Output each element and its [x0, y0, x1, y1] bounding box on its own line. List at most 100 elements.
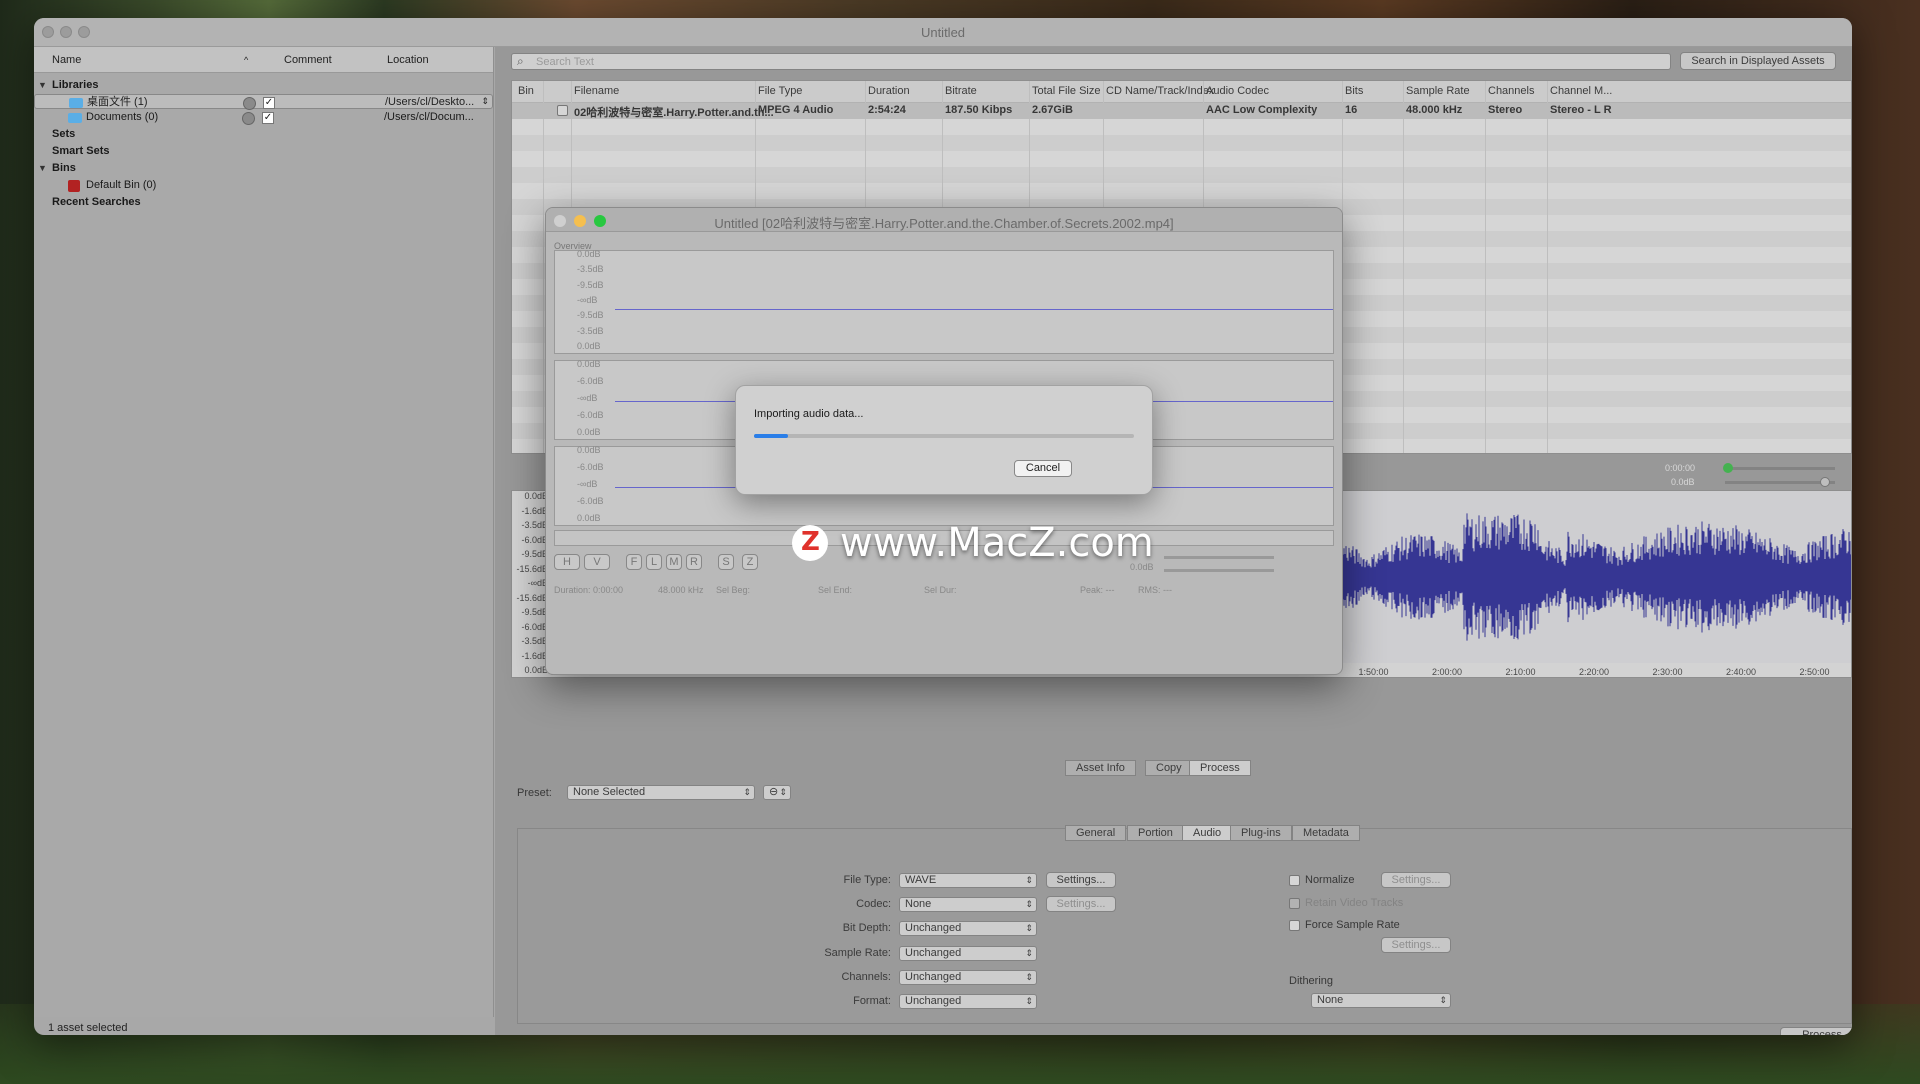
x-axis-label: 2:30:00 [1652, 667, 1683, 677]
x-axis-label: 2:40:00 [1726, 667, 1757, 677]
process-subtabs: General Portion Audio Plug-ins Metadata [1065, 825, 1385, 842]
bin-icon [68, 180, 80, 192]
position-slider[interactable] [1723, 463, 1835, 473]
search-displayed-button[interactable]: Search in Displayed Assets [1680, 52, 1836, 70]
column-name[interactable]: Name [52, 54, 81, 66]
title-bar: Untitled [34, 18, 1852, 47]
bottom-tabs: Asset Info Copy Process [1065, 760, 1295, 777]
col-codec[interactable]: Audio Codec [1206, 85, 1269, 97]
col-cd[interactable]: CD Name/Track/Index [1106, 85, 1214, 97]
table-row[interactable]: 02哈利波特与密室.Harry.Potter.and.th... MPEG 4 … [512, 103, 1851, 119]
folder-icon [69, 98, 83, 108]
tab-asset-info[interactable]: Asset Info [1065, 760, 1136, 776]
comment-icon[interactable] [243, 97, 256, 110]
subtab-general[interactable]: General [1065, 825, 1127, 841]
transport-gain: 0.0dB [1671, 477, 1695, 487]
transport-time: 0:00:00 [1665, 463, 1696, 473]
subtab-plugins[interactable]: Plug-ins [1230, 825, 1292, 841]
dialog-tool-button-h[interactable]: H [554, 554, 580, 570]
col-bits[interactable]: Bits [1345, 85, 1363, 97]
tab-process[interactable]: Process [1189, 760, 1251, 776]
import-progress-sheet: Importing audio data... Cancel [735, 385, 1153, 495]
dialog-footer-item: Sel End: [818, 585, 853, 595]
dialog-tool-button-f[interactable]: F [626, 554, 642, 570]
normalize-label: Normalize [1305, 874, 1355, 886]
sidebar-header: Name ^ Comment Location [34, 47, 493, 73]
dialog-footer-item: Peak: --- [1080, 585, 1115, 595]
retain-video-checkbox[interactable] [1289, 898, 1300, 909]
dialog-footer-item: RMS: --- [1138, 585, 1172, 595]
import-progress-bar [754, 434, 1134, 438]
search-input[interactable]: ⌕ Search Text [511, 53, 1671, 70]
overview-panel[interactable]: 0.0dB -3.5dB -9.5dB -∞dB -9.5dB -3.5dB 0.0dB [554, 249, 1334, 354]
force-rate-checkbox[interactable] [1289, 920, 1300, 931]
channels-select[interactable]: Unchanged [899, 970, 1037, 985]
db-label: -∞dB [577, 295, 598, 305]
dialog-tool-button-r[interactable]: R [686, 554, 702, 570]
normalize-checkbox[interactable] [1289, 875, 1300, 886]
dialog-tool-button-s[interactable]: S [718, 554, 734, 570]
filetype-settings-button[interactable]: Settings... [1046, 872, 1116, 888]
db-label: -3.5dB [577, 264, 604, 275]
bitdepth-label: Bit Depth: [842, 922, 891, 934]
process-button[interactable]: Process [1780, 1027, 1852, 1035]
dithering-select[interactable]: None [1311, 993, 1451, 1008]
db-label: 0.0dB [577, 513, 601, 523]
codec-settings-button[interactable]: Settings... [1046, 896, 1116, 912]
dialog-title: Untitled [02哈利波特与密室.Harry.Potter.and.the… [714, 216, 1174, 231]
subtab-audio[interactable]: Audio [1182, 825, 1233, 841]
dialog-tool-button-v[interactable]: V [584, 554, 610, 570]
col-duration[interactable]: Duration [868, 85, 910, 97]
tree-item-documents[interactable]: Documents (0) ✓ /Users/cl/Docum... [34, 110, 493, 126]
db-label: -6.0dB [577, 410, 604, 420]
subtab-metadata[interactable]: Metadata [1292, 825, 1360, 841]
dialog-tool-button-m[interactable]: M [666, 554, 682, 570]
tab-copy[interactable]: Copy [1145, 760, 1193, 776]
x-axis-label: 2:00:00 [1432, 667, 1463, 677]
col-filename[interactable]: Filename [574, 85, 619, 97]
gain-slider[interactable] [1725, 477, 1835, 487]
col-chmap[interactable]: Channel M... [1550, 85, 1612, 97]
disclosure-icon[interactable]: ▼ [38, 80, 47, 90]
col-bitrate[interactable]: Bitrate [945, 85, 977, 97]
preset-menu-button[interactable]: ⊖ [763, 785, 791, 800]
col-rate[interactable]: Sample Rate [1406, 85, 1470, 97]
dialog-gain-slider[interactable] [1164, 569, 1274, 572]
db-label: -∞dB [577, 479, 598, 489]
subtab-portion[interactable]: Portion [1127, 825, 1184, 841]
library-checkbox[interactable]: ✓ [263, 97, 275, 109]
dialog-position-slider[interactable] [1164, 556, 1274, 559]
status-text: 1 asset selected [48, 1022, 128, 1034]
col-bin[interactable]: Bin [518, 85, 534, 97]
window-title: Untitled [920, 25, 966, 40]
samplerate-select[interactable]: Unchanged [899, 946, 1037, 961]
force-rate-settings-button[interactable]: Settings... [1381, 937, 1451, 953]
watermark-logo: Z [792, 525, 828, 561]
sort-indicator: ^ [244, 55, 249, 65]
dialog-tool-button-l[interactable]: L [646, 554, 662, 570]
codec-select[interactable]: None [899, 897, 1037, 912]
force-rate-label: Force Sample Rate [1305, 919, 1400, 931]
db-label: 0.0dB [577, 249, 601, 259]
comment-icon[interactable] [242, 112, 255, 125]
disclosure-icon[interactable]: ▼ [38, 163, 47, 173]
dialog-tool-button-z[interactable]: Z [742, 554, 758, 570]
format-label: Format: [853, 995, 891, 1007]
col-size[interactable]: Total File Size [1032, 85, 1100, 97]
col-channels[interactable]: Channels [1488, 85, 1534, 97]
format-select[interactable]: Unchanged [899, 994, 1037, 1009]
col-filetype[interactable]: File Type [758, 85, 802, 97]
table-header: Bin Filename File Type Duration Bitrate … [512, 81, 1851, 103]
preset-select[interactable]: None Selected [567, 785, 755, 800]
library-checkbox[interactable]: ✓ [262, 112, 274, 124]
cancel-button[interactable]: Cancel [1014, 460, 1072, 477]
normalize-settings-button[interactable]: Settings... [1381, 872, 1451, 888]
column-location[interactable]: Location [387, 54, 429, 66]
bitdepth-select[interactable]: Unchanged [899, 921, 1037, 936]
bin-checkbox[interactable] [557, 105, 568, 116]
column-comment[interactable]: Comment [284, 54, 332, 66]
filetype-select[interactable]: WAVE [899, 873, 1037, 888]
samplerate-label: Sample Rate: [824, 947, 891, 959]
dialog-footer-item: 48.000 kHz [658, 585, 704, 595]
tree-item-desktop[interactable]: 桌面文件 (1) ✓ /Users/cl/Deskto... [34, 94, 493, 110]
